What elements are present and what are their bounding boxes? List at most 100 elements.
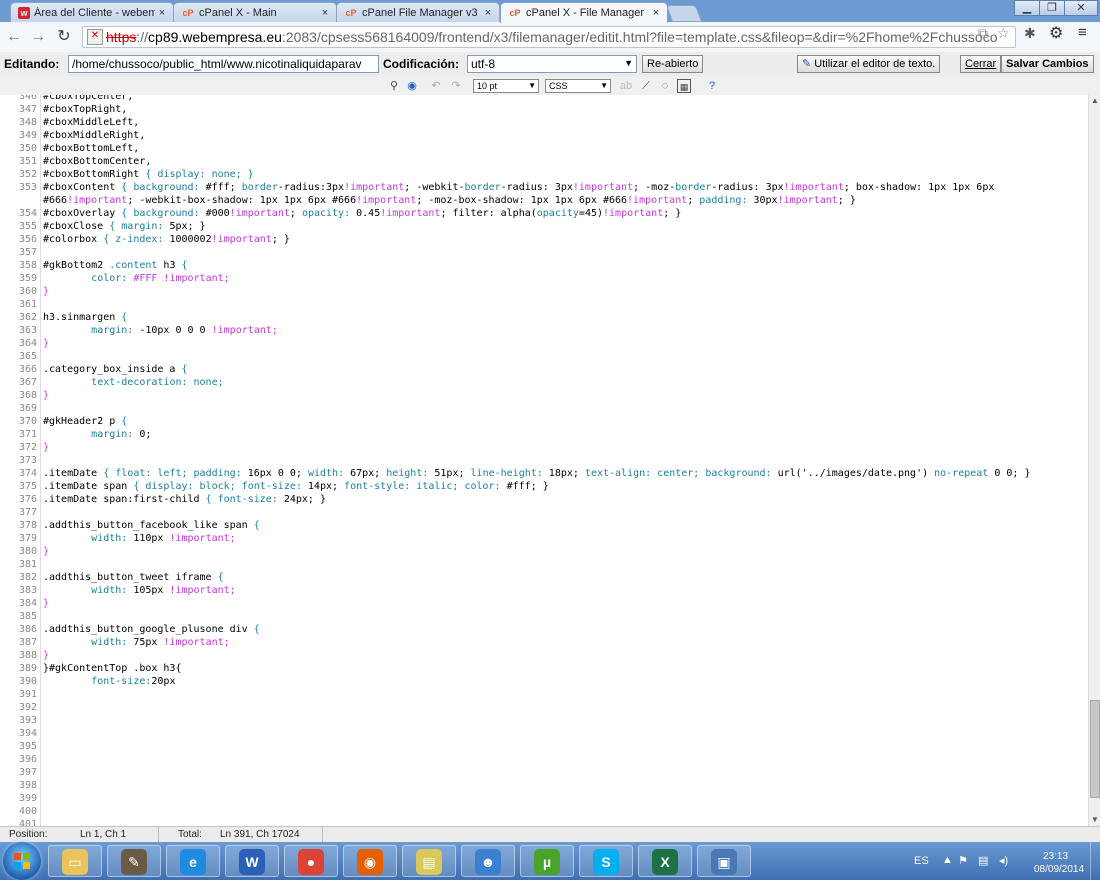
font-size-select[interactable]: 10 pt ▼ [473,79,539,93]
code-line[interactable]: 383 width: 105px !important; [0,584,1088,597]
taskbar-messenger[interactable]: ☻ [461,845,515,877]
code-line[interactable]: 391 [0,688,1088,701]
use-text-editor-button[interactable]: ✎ Utilizar el editor de texto. [797,55,941,73]
code-line[interactable]: 398 [0,779,1088,792]
encoding-select[interactable]: utf-8 ▼ [467,55,637,73]
tab-cpanel-file-manager-v3[interactable]: cP cPanel File Manager v3 × [336,2,500,22]
action-center-flag-icon[interactable]: ⚑ [958,854,968,867]
taskbar-firefox[interactable]: ◉ [343,845,397,877]
menu-icon[interactable]: ≡ [1078,24,1087,41]
code-line[interactable]: 362 h3.sinmargen { [0,311,1088,324]
start-button[interactable] [3,842,41,880]
code-line[interactable]: 388} [0,649,1088,662]
tab-close-icon[interactable]: × [649,7,663,19]
code-line[interactable]: 369 [0,402,1088,415]
code-line[interactable]: 374 .itemDate { float: left; padding: 16p… [0,467,1088,480]
undo-icon[interactable]: ↶ [429,79,443,93]
code-line[interactable]: 397 [0,766,1088,779]
clock-date[interactable]: 08/09/2014 [1034,864,1084,875]
search-replace-icon[interactable]: ◌ [658,79,672,93]
code-line[interactable]: 386 .addthis_button_google_plusone div { [0,623,1088,636]
code-line[interactable]: 363 margin: -10px 0 0 0 !important; [0,324,1088,337]
code-line[interactable]: 387 width: 75px !important; [0,636,1088,649]
taskbar-file-explorer[interactable]: ▭ [48,845,102,877]
redo-icon[interactable]: ↷ [449,79,463,93]
insecure-lock-icon[interactable]: ✕ [87,29,103,45]
code-line[interactable]: 384} [0,597,1088,610]
code-line[interactable]: 351 #cboxBottomCenter, [0,155,1088,168]
code-line[interactable]: 357 [0,246,1088,259]
code-line[interactable]: 365 [0,350,1088,363]
tab-close-icon[interactable]: × [318,7,332,19]
settings-gear-icon[interactable]: ⚙ [1049,23,1063,43]
show-hidden-icons-icon[interactable]: ▲ [942,854,953,866]
code-line[interactable]: 390 font-size:20px [0,675,1088,688]
code-line[interactable]: 393 [0,714,1088,727]
address-bar[interactable]: ✕ https://cp89.webempresa.eu:2083/cpsess… [82,26,1016,48]
syntax-highlight-icon[interactable]: ab [619,79,633,93]
code-line[interactable]: 359 color: #FFF !important; [0,272,1088,285]
code-line[interactable]: 380} [0,545,1088,558]
maximize-button[interactable]: ❐ [1039,0,1065,16]
code-line[interactable]: 349 #cboxMiddleRight, [0,129,1088,142]
code-line[interactable]: 377 [0,506,1088,519]
code-line[interactable]: #666!important; -webkit-box-shadow: 1px … [0,194,1088,207]
code-line[interactable]: 382 .addthis_button_tweet iframe { [0,571,1088,584]
code-line[interactable]: 361 [0,298,1088,311]
language-indicator[interactable]: ES [914,855,929,867]
tab-cpanel-main[interactable]: cP cPanel X - Main × [173,2,337,22]
code-line[interactable]: 353 #cboxContent { background: #fff; bord… [0,181,1088,194]
back-arrow-icon[interactable]: ← [4,27,24,47]
clean-brush-icon[interactable]: ⟋ [639,79,653,93]
syntax-select[interactable]: CSS ▼ [545,79,611,93]
help-icon[interactable]: ? [705,79,719,93]
code-line[interactable]: 370 #gkHeader2 p { [0,415,1088,428]
code-line[interactable]: 350 #cboxBottomLeft, [0,142,1088,155]
taskbar-chrome[interactable]: ● [284,845,338,877]
scroll-thumb[interactable] [1090,700,1100,798]
extension-icon[interactable]: ✱ [1024,25,1036,42]
taskbar-screen[interactable]: ▣ [697,845,751,877]
code-line[interactable]: 396 [0,753,1088,766]
taskbar-notes[interactable]: ▤ [402,845,456,877]
code-line[interactable]: 389}#gkContentTop .box h3{ [0,662,1088,675]
save-changes-button[interactable]: Salvar Cambios [1001,55,1094,73]
scroll-up-arrow-icon[interactable]: ▲ [1089,95,1100,107]
close-window-button[interactable]: ✕ [1064,0,1098,16]
code-line[interactable]: 348 #cboxMiddleLeft, [0,116,1088,129]
find-binoculars-icon[interactable]: ⚲ [387,79,401,93]
bookmark-star-icon[interactable]: ☆ [997,25,1010,42]
code-line[interactable]: 355 #cboxClose { margin: 5px; } [0,220,1088,233]
taskbar-utorrent[interactable]: µ [520,845,574,877]
code-line[interactable]: 360} [0,285,1088,298]
vertical-scrollbar[interactable]: ▲ ▼ [1088,95,1100,826]
clock-time[interactable]: 23:13 [1043,851,1068,862]
tab-close-icon[interactable]: × [155,7,169,19]
reload-icon[interactable]: ↻ [54,27,74,47]
code-line[interactable]: 392 [0,701,1088,714]
code-line[interactable]: 385 [0,610,1088,623]
code-line[interactable]: 379 width: 110px !important; [0,532,1088,545]
scroll-down-arrow-icon[interactable]: ▼ [1089,814,1100,826]
code-line[interactable]: 371 margin: 0; [0,428,1088,441]
taskbar-skype[interactable]: S [579,845,633,877]
fullscreen-icon[interactable]: ▦ [677,79,691,93]
code-line[interactable]: 376 .itemDate span:first-child { font-siz… [0,493,1088,506]
code-line[interactable]: 378 .addthis_button_facebook_like span { [0,519,1088,532]
code-editor[interactable]: 346 #cboxTopCenter, 347 #cboxTopRight, 348 #c… [0,95,1088,826]
code-line[interactable]: 372} [0,441,1088,454]
code-line[interactable]: 395 [0,740,1088,753]
code-line[interactable]: 346 #cboxTopCenter, [0,95,1088,103]
page-translate-icon[interactable]: ⧉ [978,25,988,42]
file-path-field[interactable]: /home/chussoco/public_html/www.nicotinal… [68,55,379,73]
code-line[interactable]: 367 text-decoration: none; [0,376,1088,389]
tab-area-del-cliente[interactable]: w Área del Cliente - webemp × [10,2,174,22]
code-line[interactable]: 399 [0,792,1088,805]
code-line[interactable]: 381 [0,558,1088,571]
code-line[interactable]: 354 #cboxOverlay { background: #000!impor… [0,207,1088,220]
code-line[interactable]: 368} [0,389,1088,402]
network-icon[interactable]: ▤ [978,854,988,867]
code-line[interactable]: 352 #cboxBottomRight { display: none; } [0,168,1088,181]
code-line[interactable]: 356 #colorbox { z-index: 1000002!importan… [0,233,1088,246]
code-line[interactable]: 358 #gkBottom2 .content h3 { [0,259,1088,272]
